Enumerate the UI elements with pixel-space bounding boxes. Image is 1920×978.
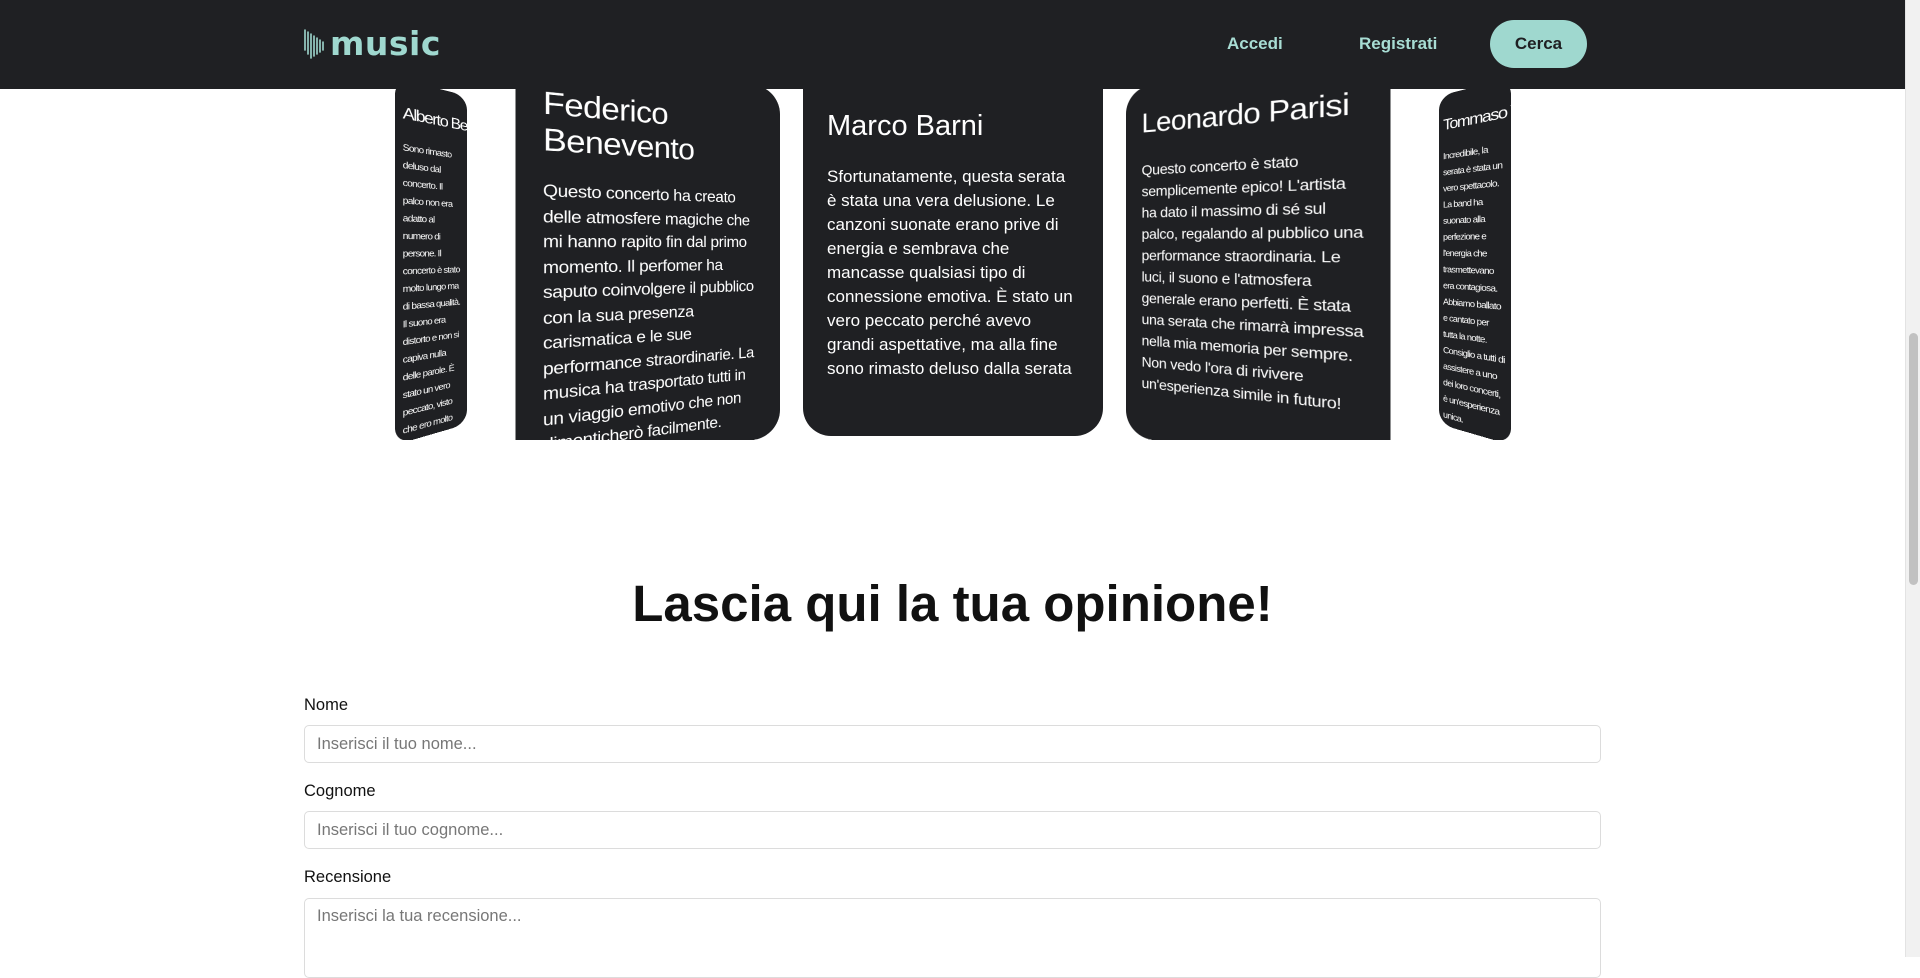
surname-label: Cognome — [304, 782, 376, 800]
review-author: Marco Barni — [827, 110, 984, 142]
review-text: Incredibile, la serata è stata un vero s… — [1443, 144, 1505, 425]
review-author: Tommaso Verdi — [1443, 94, 1511, 135]
login-link[interactable]: Accedi — [1227, 34, 1283, 54]
review-author: Federico Benevento — [542, 85, 695, 167]
review-text: Questo concerto è stato semplicemente ep… — [1141, 152, 1364, 413]
review-card[interactable]: Federico Benevento Questo concerto ha cr… — [515, 55, 780, 440]
review-card[interactable]: Alberto Benvenuti Sono rimasto deluso da… — [395, 77, 467, 440]
review-text: Questo concerto ha creato delle atmosfer… — [542, 182, 754, 440]
soundwave-icon — [304, 29, 324, 59]
review-text: Sono rimasto deluso dal concerto. Il pal… — [402, 141, 461, 440]
name-label: Nome — [304, 696, 349, 714]
scrollbar-thumb[interactable] — [1909, 333, 1918, 585]
search-button[interactable]: Cerca — [1490, 20, 1587, 68]
register-link[interactable]: Registrati — [1359, 34, 1437, 54]
review-author: Alberto Benvenuti — [402, 103, 467, 143]
review-card-active[interactable]: Marco Barni Sfortunatamente, questa sera… — [803, 88, 1103, 436]
form-title: Lascia qui la tua opinione! — [632, 575, 1273, 632]
name-field[interactable] — [304, 725, 1601, 763]
navbar: music Accedi Registrati Cerca — [0, 0, 1905, 89]
review-author: Leonardo Parisi — [1141, 86, 1350, 139]
review-text: Sfortunatamente, questa serata è stata u… — [827, 167, 1073, 378]
review-card[interactable]: Leonardo Parisi Questo concerto è stato … — [1126, 55, 1391, 440]
surname-field[interactable] — [304, 811, 1601, 849]
page-scrollbar[interactable] — [1905, 0, 1920, 957]
logo-text: music — [330, 24, 441, 63]
logo[interactable]: music — [304, 26, 441, 62]
review-card[interactable]: Tommaso Verdi Incredibile, la serata è s… — [1439, 77, 1511, 440]
review-label: Recensione — [304, 868, 392, 886]
review-textarea[interactable] — [304, 898, 1601, 978]
